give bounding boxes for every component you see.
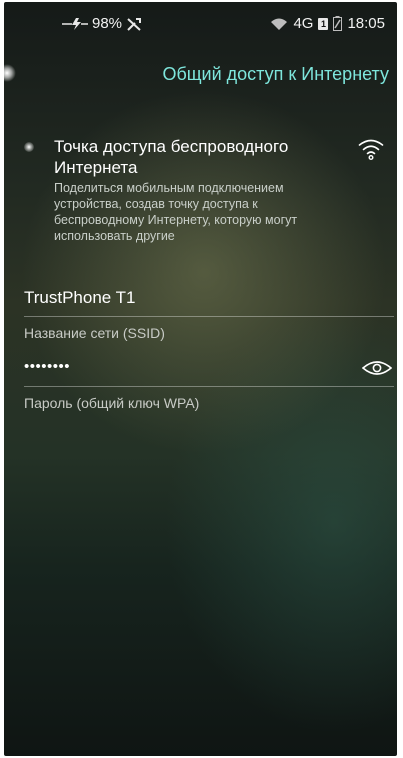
ssid-label: Название сети (SSID)	[24, 325, 165, 341]
back-glow[interactable]	[4, 64, 16, 82]
password-underline	[24, 386, 394, 387]
battery-percent: 98%	[92, 15, 123, 32]
password-input[interactable]: ••••••••	[24, 358, 394, 380]
clock: 18:05	[347, 15, 385, 32]
status-right: 4G 1 18:05	[270, 15, 385, 32]
status-bar: 98% 4G 1 18:05	[4, 2, 397, 42]
status-left: 98%	[62, 15, 142, 32]
hotspot-description: Поделиться мобильным подключением устрой…	[54, 181, 298, 243]
hotspot-settings-screen: 98% 4G 1 18:05 Общий доступ к Интернету	[4, 2, 397, 756]
ssid-input[interactable]: TrustPhone T1	[24, 288, 394, 310]
hotspot-toggle-row[interactable]: Точка доступа беспроводного Интернета По…	[24, 134, 384, 264]
ssid-underline	[24, 316, 394, 317]
password-label: Пароль (общий ключ WPA)	[24, 395, 200, 411]
battery-charging-icon	[62, 17, 88, 30]
hotspot-status-dot	[24, 142, 34, 152]
ssid-field[interactable]: TrustPhone T1 Название сети (SSID)	[24, 288, 394, 341]
eye-icon[interactable]	[362, 358, 392, 378]
wifi-signal-icon	[271, 18, 288, 30]
password-field[interactable]: •••••••• Пароль (общий ключ WPA)	[24, 358, 394, 411]
battery-icon	[333, 16, 343, 31]
no-signal-icon	[127, 17, 142, 31]
hotspot-title: Точка доступа беспроводного Интернета	[54, 137, 289, 177]
network-type: 4G	[293, 15, 314, 32]
sim-icon: 1	[318, 17, 329, 30]
wifi-hotspot-icon[interactable]	[358, 136, 384, 162]
page-title: Общий доступ к Интернету	[162, 64, 389, 84]
